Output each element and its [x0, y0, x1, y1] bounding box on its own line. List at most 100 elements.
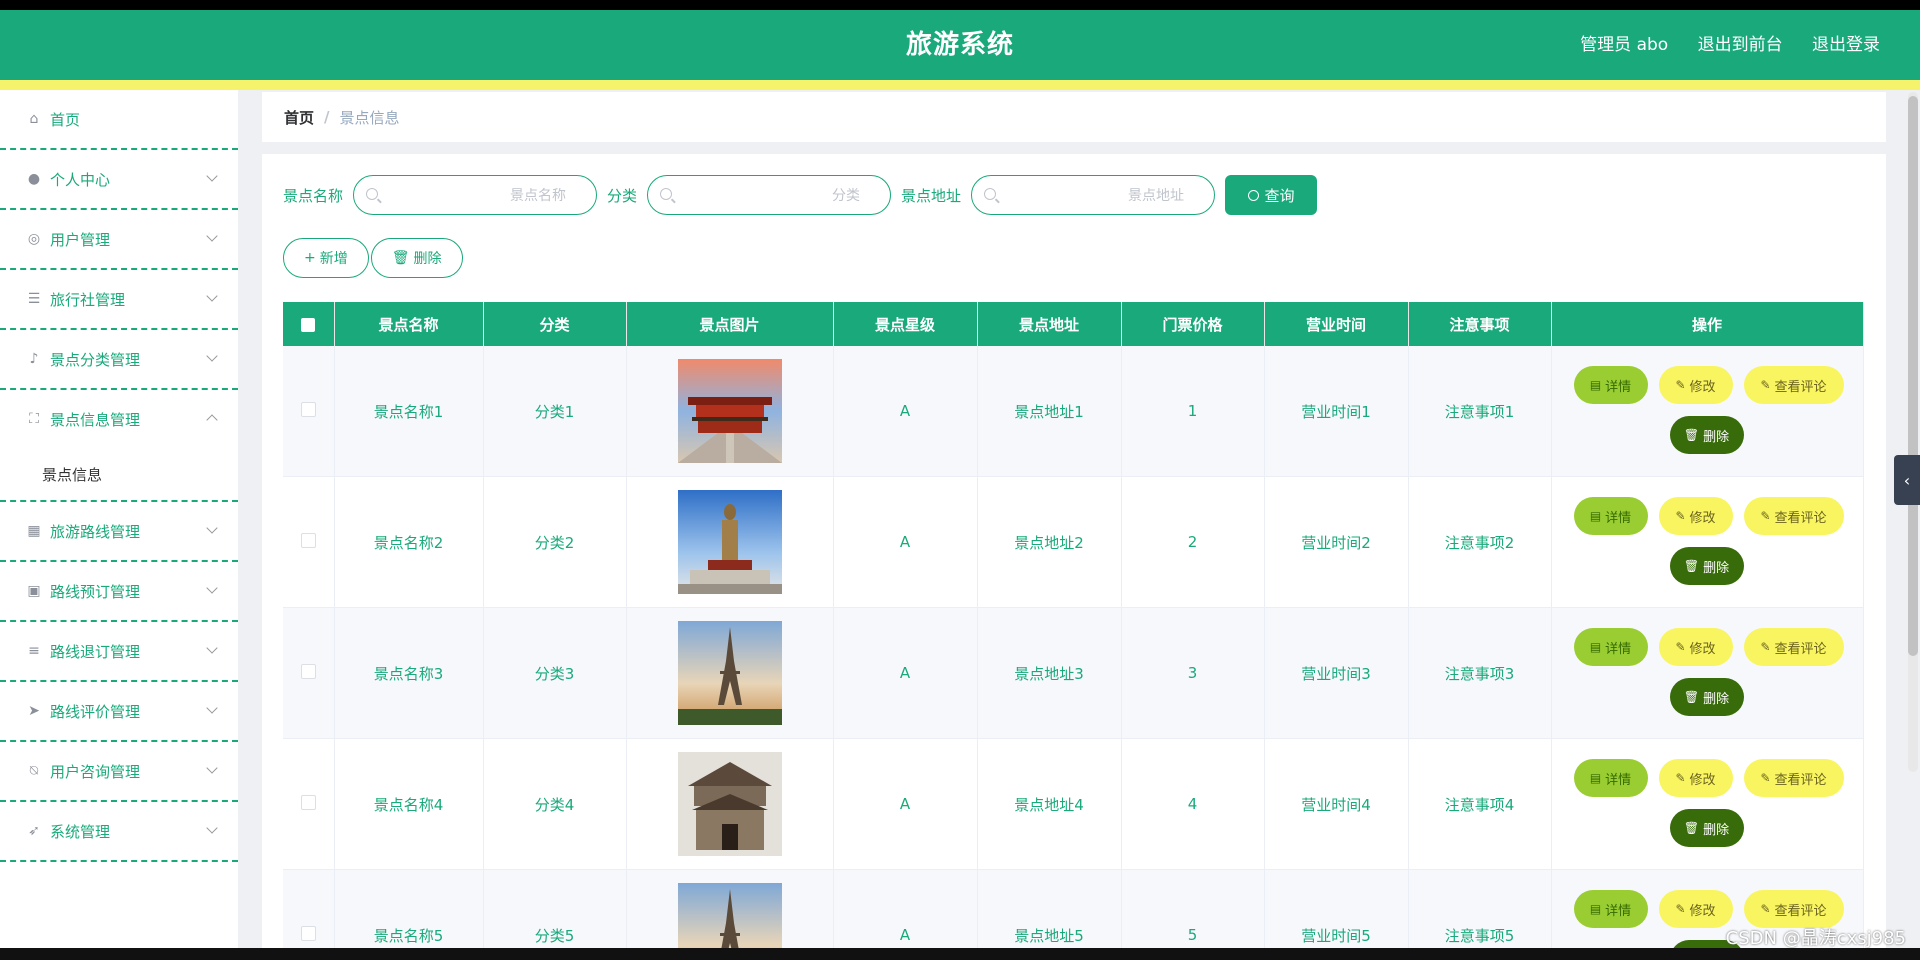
cell-name: 景点名称3 — [334, 607, 484, 739]
detail-button[interactable]: ▤ 详情 — [1573, 628, 1648, 666]
sidebar-item-category-management[interactable]: ♪ 景点分类管理 — [0, 330, 238, 390]
search-category-input[interactable]: 分类 — [647, 175, 892, 215]
page-scrollbar[interactable] — [1908, 92, 1918, 772]
detail-button-label: 详情 — [1605, 379, 1632, 395]
delete-button[interactable]: 🗑删除 — [1669, 809, 1744, 847]
query-button[interactable]: 查询 — [1225, 175, 1318, 215]
view-comments-button[interactable]: ✎ 查看评论 — [1743, 497, 1844, 535]
sidebar-item-agency-management[interactable]: ☰ 旅行社管理 — [0, 270, 238, 330]
chevron-down-icon — [206, 522, 218, 534]
cell-category: 分类5 — [483, 869, 627, 948]
delete-button-label: 删除 — [1703, 822, 1730, 838]
row-checkbox[interactable] — [300, 532, 316, 548]
sidebar-subitem-scenic-info[interactable]: 景点信息 — [0, 448, 238, 502]
app-header: 旅游系统 管理员 abo 退出到前台 退出登录 — [0, 10, 1920, 80]
view-comments-button[interactable]: ✎ 查看评论 — [1743, 366, 1844, 404]
view-comments-label: 查看评论 — [1774, 379, 1827, 395]
pencil-icon: ✎ — [1760, 902, 1771, 916]
edit-button[interactable]: ✎ 修改 — [1658, 366, 1733, 404]
sidebar-item-system-management[interactable]: ➶ 系统管理 — [0, 802, 238, 862]
scenic-image-eiffel — [677, 621, 782, 725]
logout-link[interactable]: 退出登录 — [1812, 35, 1880, 55]
cell-price: 1 — [1121, 346, 1265, 477]
sidebar-item-consultation-management[interactable]: ⍉ 用户咨询管理 — [0, 742, 238, 802]
scenic-table: 景点名称 分类 景点图片 景点星级 景点地址 门票价格 营业时间 注意事项 操作… — [283, 302, 1864, 948]
edit-button-label: 修改 — [1689, 379, 1716, 395]
view-comments-button[interactable]: ✎ 查看评论 — [1743, 759, 1844, 797]
column-header: 景点地址 — [977, 302, 1122, 346]
select-all-checkbox[interactable] — [301, 317, 316, 332]
column-header: 分类 — [483, 302, 627, 346]
sidebar-item-route-management[interactable]: ▦ 旅游路线管理 — [0, 502, 238, 562]
edit-button[interactable]: ✎ 修改 — [1658, 759, 1733, 797]
sidebar-item-user-management[interactable]: ◎ 用户管理 — [0, 210, 238, 270]
select-all-header[interactable] — [283, 302, 335, 346]
trash-icon: 🗑 — [1683, 559, 1700, 573]
column-header: 景点星级 — [833, 302, 978, 346]
table-row: 景点名称4 分类4 A 景点地址4 4 营业时间4 注意事项4 ▤ 详情 ✎ 修… — [283, 738, 1864, 870]
edit-button-label: 修改 — [1689, 903, 1716, 919]
delete-button[interactable]: 🗑删除 — [1669, 547, 1744, 585]
search-icon — [984, 188, 997, 200]
cell-star: A — [833, 607, 978, 739]
table-row: 景点名称3 分类3 A 景点地址3 3 营业时间3 注意事项3 ▤ 详情 ✎ 修… — [283, 607, 1864, 739]
scrollbar-thumb[interactable] — [1908, 96, 1918, 656]
sidebar-item-scenic-info-management[interactable]: ⛶ 景点信息管理 — [0, 390, 238, 448]
microphone-icon: ♪ — [29, 351, 39, 367]
sidebar-item-label: 路线退订管理 — [50, 642, 141, 661]
sidebar-item-review-management[interactable]: ➤ 路线评价管理 — [0, 682, 238, 742]
breadcrumb-home[interactable]: 首页 — [284, 107, 314, 128]
search-address-input[interactable]: 景点地址 — [971, 175, 1216, 215]
exit-to-front-link[interactable]: 退出到前台 — [1698, 35, 1783, 55]
collapse-panel-button[interactable]: ‹ — [1894, 455, 1920, 505]
cell-category: 分类3 — [483, 607, 627, 739]
send-icon: ➤ — [28, 703, 40, 719]
document-icon: ▤ — [1589, 378, 1602, 392]
search-icon — [660, 188, 673, 200]
view-comments-button[interactable]: ✎ 查看评论 — [1743, 628, 1844, 666]
view-comments-label: 查看评论 — [1774, 510, 1827, 526]
sidebar-item-label: 旅行社管理 — [50, 290, 126, 309]
row-select-cell — [283, 738, 335, 870]
search-name-input[interactable]: 景点名称 — [353, 175, 598, 215]
bulk-delete-button[interactable]: 🗑 删除 — [370, 238, 463, 278]
sidebar-item-booking-management[interactable]: ▣ 路线预订管理 — [0, 562, 238, 622]
search-name-placeholder: 景点名称 — [510, 188, 567, 204]
sidebar-item-personal-center[interactable]: ● 个人中心 — [0, 150, 238, 210]
row-actions: ▤详情 ✎修改 ✎查看评论 🗑删除 — [1552, 477, 1863, 607]
detail-button[interactable]: ▤ 详情 — [1573, 497, 1648, 535]
view-comments-label: 查看评论 — [1774, 641, 1827, 657]
query-button-label: 查询 — [1264, 186, 1295, 205]
row-checkbox[interactable] — [300, 925, 316, 941]
row-select-cell — [283, 869, 335, 948]
row-checkbox[interactable] — [300, 401, 316, 417]
delete-button[interactable]: 🗑删除 — [1669, 416, 1744, 454]
column-header: 景点名称 — [334, 302, 484, 346]
sidebar-item-cancellation-management[interactable]: ≡ 路线退订管理 — [0, 622, 238, 682]
view-comments-button[interactable]: ✎ 查看评论 — [1743, 890, 1844, 928]
cell-star: A — [833, 346, 978, 477]
add-button-label: 新增 — [319, 251, 348, 267]
grid-icon: ▦ — [27, 523, 41, 539]
detail-button[interactable]: ▤ 详情 — [1573, 759, 1648, 797]
row-checkbox[interactable] — [300, 663, 316, 679]
delete-button[interactable]: 🗑删除 — [1669, 678, 1744, 716]
bell-off-icon: ⍉ — [29, 763, 39, 779]
edit-button[interactable]: ✎ 修改 — [1658, 628, 1733, 666]
trash-icon: 🗑 — [391, 250, 410, 266]
sidebar-item-home[interactable]: ⌂ 首页 — [0, 90, 238, 150]
edit-button[interactable]: ✎ 修改 — [1658, 497, 1733, 535]
sidebar-item-label: 旅游路线管理 — [50, 522, 141, 541]
add-button[interactable]: + 新增 — [283, 238, 369, 278]
admin-user-label: 管理员 abo — [1580, 35, 1669, 55]
detail-button-label: 详情 — [1605, 510, 1632, 526]
chevron-down-icon — [206, 642, 218, 654]
search-icon — [1247, 189, 1259, 201]
detail-button[interactable]: ▤ 详情 — [1573, 890, 1648, 928]
detail-button[interactable]: ▤ 详情 — [1573, 366, 1648, 404]
row-select-cell — [283, 476, 335, 608]
edit-button[interactable]: ✎ 修改 — [1658, 890, 1733, 928]
search-category-placeholder: 分类 — [832, 188, 861, 204]
cell-name: 景点名称1 — [334, 346, 484, 477]
row-checkbox[interactable] — [300, 794, 316, 810]
